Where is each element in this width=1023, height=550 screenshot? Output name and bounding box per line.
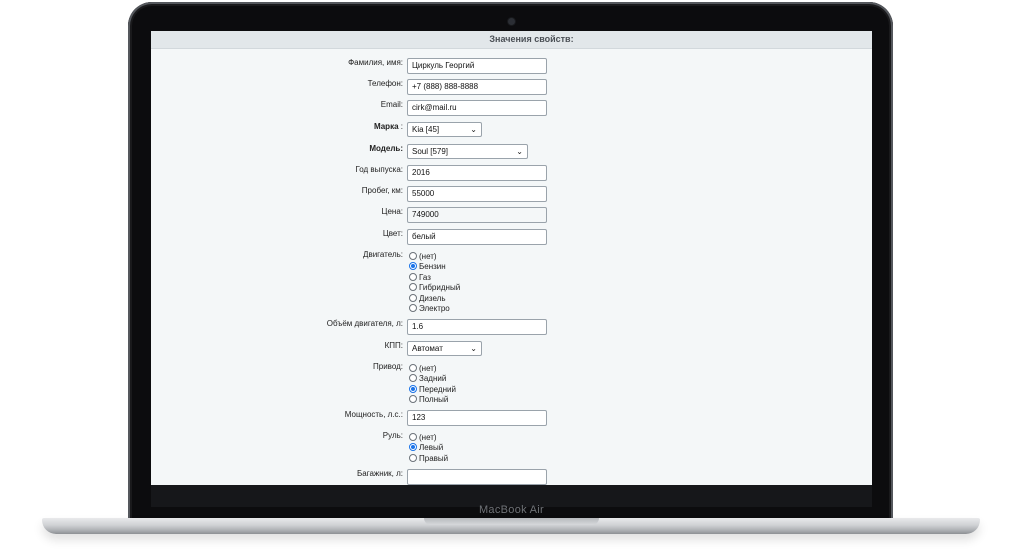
webcam-icon [508, 18, 515, 25]
trunk-label: Багажник, л: [357, 469, 403, 478]
chevron-down-icon: ⌄ [470, 125, 477, 134]
steering-option[interactable]: Левый [409, 443, 448, 453]
model-select[interactable]: Soul [579] ⌄ [407, 144, 528, 159]
price-input[interactable]: 749000 [407, 207, 547, 223]
engine-radio-group: (нет) Бензин Газ Гибридный Дизель Электр… [409, 252, 460, 314]
model-label: Модель: [369, 144, 403, 153]
engine-option[interactable]: Дизель [409, 293, 460, 304]
radio-icon [409, 303, 417, 312]
name-label: Фамилия, имя: [348, 58, 403, 67]
gearbox-label: КПП: [384, 341, 403, 350]
trunk-input[interactable] [407, 469, 547, 485]
engine-option-label: Гибридный [419, 283, 461, 293]
name-input[interactable]: Циркуль Георгий [407, 58, 547, 74]
engine-option[interactable]: Бензин [409, 262, 460, 272]
brand-label: Марка : [374, 122, 403, 131]
steering-option[interactable]: Правый [409, 453, 449, 464]
brand-select[interactable]: Kia [45] ⌄ [407, 122, 482, 137]
drive-option[interactable]: (нет) [409, 364, 456, 374]
steering-option[interactable]: (нет) [409, 433, 448, 443]
phone-label: Телефон: [367, 79, 403, 88]
radio-icon [409, 364, 417, 372]
radio-icon [409, 272, 417, 281]
drive-option-label: Полный [419, 395, 449, 405]
engine-option-label: Электро [419, 303, 450, 313]
engine-option[interactable]: Электро [409, 303, 460, 314]
gearbox-select[interactable]: Автомат ⌄ [407, 341, 482, 356]
drive-option[interactable]: Полный [409, 395, 456, 405]
steering-option-label: Правый [419, 453, 449, 463]
power-input[interactable]: 123 [407, 410, 547, 426]
device-model-label: MacBook Air [478, 504, 545, 516]
radio-icon [409, 433, 417, 441]
engine-option-label: Газ [419, 272, 431, 282]
radio-checked-icon [409, 384, 417, 393]
radio-icon [409, 283, 417, 292]
laptop-notch [424, 518, 599, 525]
color-label: Цвет: [382, 229, 403, 238]
drive-option-label: (нет) [419, 364, 437, 373]
mileage-label: Пробег, км: [361, 186, 403, 195]
radio-checked-icon [409, 262, 417, 271]
brand-select-value: Kia [45] [412, 125, 440, 134]
email-input[interactable]: cirk@mail.ru [407, 100, 547, 116]
engine-option[interactable]: Газ [409, 272, 460, 283]
power-label: Мощность, л.с.: [344, 410, 403, 419]
steering-option-label: (нет) [419, 433, 437, 442]
email-label: Email: [380, 100, 403, 109]
engine-option-label: Бензин [419, 262, 446, 272]
engine-option[interactable]: (нет) [409, 252, 460, 262]
phone-input[interactable]: +7 (888) 888-8888 [407, 79, 547, 95]
engine-option-label: (нет) [419, 252, 437, 261]
engine-option-label: Дизель [419, 293, 446, 303]
year-input[interactable]: 2016 [407, 165, 547, 181]
drive-label: Привод: [373, 362, 403, 371]
radio-checked-icon [409, 443, 417, 452]
volume-label: Объём двигателя, л: [326, 319, 403, 328]
form-header: Значения свойств: [151, 31, 872, 49]
radio-icon [409, 374, 417, 383]
price-label: Цена: [381, 207, 403, 216]
chevron-down-icon: ⌄ [516, 147, 523, 156]
steering-label: Руль: [382, 431, 403, 440]
brand-label-text: Марка [373, 122, 399, 131]
radio-icon [409, 395, 417, 404]
drive-option[interactable]: Задний [409, 374, 456, 384]
radio-icon [409, 293, 417, 302]
drive-option-label: Передний [419, 384, 456, 394]
steering-radio-group: (нет) Левый Правый [409, 433, 448, 464]
radio-icon [409, 252, 417, 260]
drive-option[interactable]: Передний [409, 384, 456, 395]
color-input[interactable]: белый [407, 229, 547, 245]
radio-icon [409, 453, 417, 462]
volume-input[interactable]: 1.6 [407, 319, 547, 335]
mileage-input[interactable]: 55000 [407, 186, 547, 202]
drive-radio-group: (нет) Задний Передний Полный [409, 364, 456, 406]
brand-label-colon: : [400, 122, 403, 131]
engine-option[interactable]: Гибридный [409, 283, 460, 293]
year-label: Год выпуска: [355, 165, 403, 174]
drive-option-label: Задний [419, 374, 447, 384]
model-select-value: Soul [579] [412, 147, 449, 156]
screen: Значения свойств: Фамилия, имя: Циркуль … [151, 31, 872, 485]
steering-option-label: Левый [419, 443, 444, 453]
gearbox-select-value: Автомат [412, 344, 443, 353]
engine-label: Двигатель: [363, 250, 403, 259]
chevron-down-icon: ⌄ [470, 344, 477, 353]
